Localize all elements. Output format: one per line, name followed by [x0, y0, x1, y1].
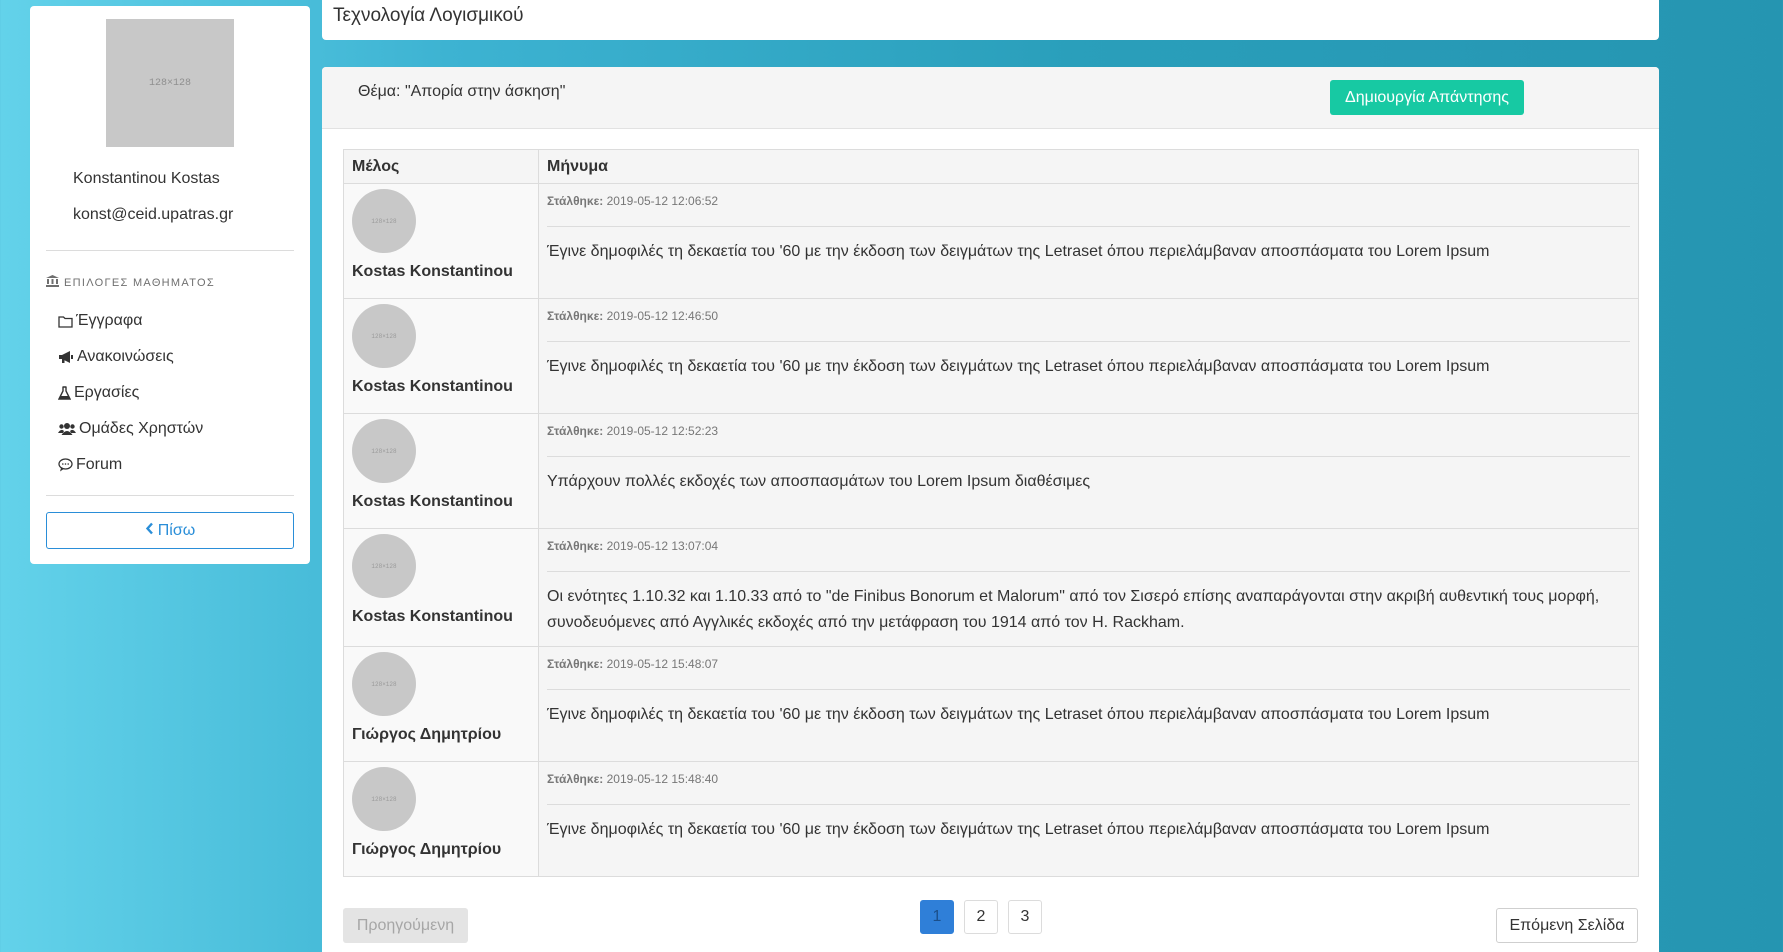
sent-timestamp: 2019-05-12 15:48:07	[606, 657, 719, 671]
member-name: Kostas Konstantinou	[352, 608, 513, 625]
sent-timestamp: 2019-05-12 12:46:50	[606, 309, 719, 323]
table-header-row: Μέλος Μήνυμα	[343, 149, 1639, 184]
table-row: 128×128 Kostas Konstantinou Στάλθηκε: 20…	[343, 528, 1639, 647]
column-header-member: Μέλος	[343, 149, 539, 184]
folder-icon	[58, 315, 73, 328]
sent-timestamp: 2019-05-12 13:07:04	[606, 539, 719, 553]
post-meta: Στάλθηκε: 2019-05-12 15:48:40	[547, 772, 1630, 805]
message-cell: Στάλθηκε: 2019-05-12 12:06:52 Έγινε δημο…	[538, 183, 1639, 299]
page-button-1[interactable]: 1	[920, 900, 954, 934]
message-cell: Στάλθηκε: 2019-05-12 12:46:50 Έγινε δημο…	[538, 298, 1639, 414]
member-name: Kostas Konstantinou	[352, 493, 513, 510]
sent-timestamp: 2019-05-12 12:06:52	[606, 194, 719, 208]
sent-timestamp: 2019-05-12 15:48:40	[606, 772, 719, 786]
flask-icon	[58, 386, 71, 400]
table-row: 128×128 Γιώργος Δημητρίου Στάλθηκε: 2019…	[343, 646, 1639, 762]
message-cell: Στάλθηκε: 2019-05-12 13:07:04 Οι ενότητε…	[538, 528, 1639, 647]
menu-title-label: ΕΠΙΛΟΓΕΣ ΜΑΘΗΜΑΤΟΣ	[64, 276, 215, 289]
sidebar-item-label: Forum	[76, 456, 123, 473]
sent-label: Στάλθηκε:	[547, 194, 604, 208]
sent-label: Στάλθηκε:	[547, 539, 604, 553]
chevron-left-icon	[145, 522, 154, 540]
member-cell: 128×128 Γιώργος Δημητρίου	[343, 646, 539, 762]
table-row: 128×128 Γιώργος Δημητρίου Στάλθηκε: 2019…	[343, 761, 1639, 877]
post-meta: Στάλθηκε: 2019-05-12 12:06:52	[547, 194, 1630, 227]
sidebar-item-assignments[interactable]: Εργασίες	[58, 384, 139, 402]
comment-icon	[58, 458, 73, 472]
sent-timestamp: 2019-05-12 12:52:23	[606, 424, 719, 438]
member-cell: 128×128 Γιώργος Δημητρίου	[343, 761, 539, 877]
message-cell: Στάλθηκε: 2019-05-12 15:48:07 Έγινε δημο…	[538, 646, 1639, 762]
message-text: Οι ενότητες 1.10.32 και 1.10.33 από το "…	[547, 588, 1600, 631]
page-button-2[interactable]: 2	[964, 900, 998, 934]
thread-panel: Θέμα: "Απορία στην άσκηση" Δημιουργία Απ…	[322, 67, 1659, 952]
previous-page-button[interactable]: Προηγούμενη	[343, 908, 468, 943]
column-header-message: Μήνυμα	[538, 149, 1639, 184]
avatar: 128×128	[352, 419, 416, 483]
users-icon	[58, 422, 76, 436]
avatar: 128×128	[352, 304, 416, 368]
message-text: Έγινε δημοφιλές τη δεκαετία του '60 με τ…	[547, 706, 1490, 723]
user-name: Konstantinou Kostas	[73, 170, 220, 187]
sidebar-item-label: Εργασίες	[74, 384, 140, 401]
message-text: Υπάρχουν πολλές εκδοχές των αποσπασμάτων…	[547, 473, 1091, 490]
sidebar-divider	[46, 495, 294, 496]
posts-table: Μέλος Μήνυμα 128×128 Kostas Konstantinou…	[343, 149, 1639, 877]
sidebar-item-forum[interactable]: Forum	[58, 456, 122, 474]
post-meta: Στάλθηκε: 2019-05-12 12:52:23	[547, 424, 1630, 457]
member-name: Γιώργος Δημητρίου	[352, 726, 502, 743]
menu-title: ΕΠΙΛΟΓΕΣ ΜΑΘΗΜΑΤΟΣ	[46, 275, 215, 290]
sidebar-item-label: Ομάδες Χρηστών	[79, 420, 204, 437]
message-cell: Στάλθηκε: 2019-05-12 15:48:40 Έγινε δημο…	[538, 761, 1639, 877]
user-email: konst@ceid.upatras.gr	[73, 206, 234, 223]
thread-header: Θέμα: "Απορία στην άσκηση" Δημιουργία Απ…	[322, 67, 1659, 129]
sidebar-item-label: Έγγραφα	[76, 312, 143, 329]
member-cell: 128×128 Kostas Konstantinou	[343, 298, 539, 414]
member-name: Γιώργος Δημητρίου	[352, 841, 502, 858]
sent-label: Στάλθηκε:	[547, 424, 604, 438]
message-text: Έγινε δημοφιλές τη δεκαετία του '60 με τ…	[547, 243, 1490, 260]
message-cell: Στάλθηκε: 2019-05-12 12:52:23 Υπάρχουν π…	[538, 413, 1639, 529]
message-text: Έγινε δημοφιλές τη δεκαετία του '60 με τ…	[547, 821, 1490, 838]
institution-icon	[46, 275, 59, 290]
sent-label: Στάλθηκε:	[547, 772, 604, 786]
create-reply-button[interactable]: Δημιουργία Απάντησης	[1330, 80, 1524, 115]
sidebar-divider	[46, 250, 294, 251]
post-meta: Στάλθηκε: 2019-05-12 12:46:50	[547, 309, 1630, 342]
member-name: Kostas Konstantinou	[352, 263, 513, 280]
avatar: 128×128	[352, 189, 416, 253]
member-cell: 128×128 Kostas Konstantinou	[343, 413, 539, 529]
sidebar-item-label: Ανακοινώσεις	[77, 348, 174, 365]
back-button-label: Πίσω	[157, 521, 196, 539]
sidebar-item-announcements[interactable]: Ανακοινώσεις	[58, 348, 174, 366]
next-page-button[interactable]: Επόμενη Σελίδα	[1496, 908, 1638, 943]
member-cell: 128×128 Kostas Konstantinou	[343, 183, 539, 299]
sent-label: Στάλθηκε:	[547, 657, 604, 671]
sidebar: 128×128 Konstantinou Kostas konst@ceid.u…	[30, 6, 310, 564]
message-text: Έγινε δημοφιλές τη δεκαετία του '60 με τ…	[547, 358, 1490, 375]
avatar: 128×128	[352, 767, 416, 831]
back-button[interactable]: Πίσω	[46, 512, 294, 549]
sidebar-item-documents[interactable]: Έγγραφα	[58, 312, 143, 330]
post-meta: Στάλθηκε: 2019-05-12 13:07:04	[547, 539, 1630, 572]
member-name: Kostas Konstantinou	[352, 378, 513, 395]
thread-topic: Θέμα: "Απορία στην άσκηση"	[358, 83, 566, 100]
table-row: 128×128 Kostas Konstantinou Στάλθηκε: 20…	[343, 298, 1639, 414]
course-header: Τεχνολογία Λογισμικού	[322, 0, 1659, 40]
megaphone-icon	[58, 350, 74, 364]
post-meta: Στάλθηκε: 2019-05-12 15:48:07	[547, 657, 1630, 690]
sent-label: Στάλθηκε:	[547, 309, 604, 323]
avatar: 128×128	[352, 652, 416, 716]
sidebar-item-user-groups[interactable]: Ομάδες Χρηστών	[58, 420, 203, 438]
page-button-3[interactable]: 3	[1008, 900, 1042, 934]
table-row: 128×128 Kostas Konstantinou Στάλθηκε: 20…	[343, 183, 1639, 299]
table-row: 128×128 Kostas Konstantinou Στάλθηκε: 20…	[343, 413, 1639, 529]
course-title: Τεχνολογία Λογισμικού	[333, 5, 524, 26]
member-cell: 128×128 Kostas Konstantinou	[343, 528, 539, 647]
profile-avatar: 128×128	[106, 19, 234, 147]
avatar: 128×128	[352, 534, 416, 598]
